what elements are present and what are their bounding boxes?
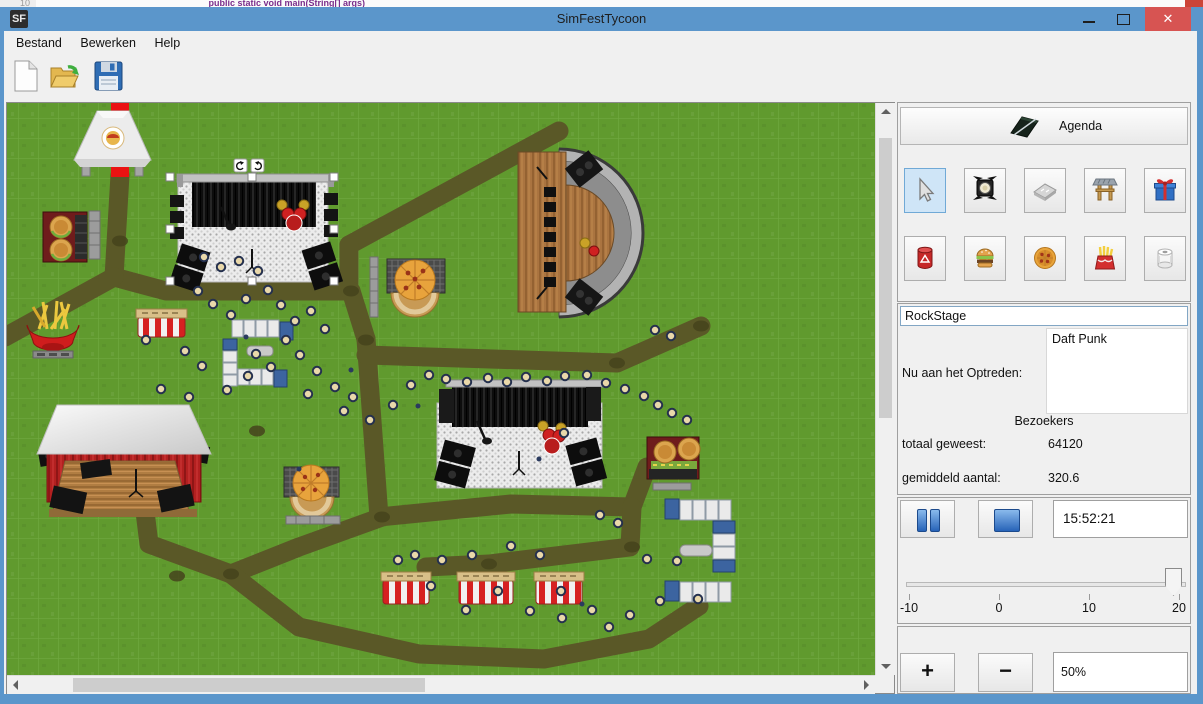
zoom-level-field[interactable]: 50% (1053, 652, 1188, 692)
open-file-button[interactable] (48, 59, 84, 97)
toilet-paper-icon (1150, 243, 1180, 273)
map-svg[interactable] (7, 103, 875, 675)
map-vertical-scrollbar[interactable] (875, 103, 895, 675)
window-border-right (1197, 7, 1203, 694)
center-stage[interactable] (434, 380, 607, 488)
background-close-sliver (1185, 0, 1203, 7)
now-performing-value: Daft Punk (1046, 328, 1188, 414)
stop-button[interactable] (978, 500, 1033, 538)
map-viewport (6, 102, 895, 694)
zoom-panel: + − 50% (897, 626, 1191, 694)
menu-bar: Bestand Bewerken Help (4, 31, 1197, 53)
agenda-book-icon (1009, 112, 1039, 142)
burger-icon (970, 243, 1000, 273)
gift-icon (1150, 175, 1180, 205)
tool-burger[interactable] (964, 236, 1006, 281)
striped-stall-2[interactable] (381, 572, 431, 604)
maximize-icon (1117, 14, 1130, 25)
tool-trash-bin[interactable] (904, 236, 946, 281)
roof-stage[interactable] (37, 405, 211, 517)
tool-fries[interactable] (1084, 236, 1126, 281)
stage-info-panel: RockStage Nu aan het Optreden: Daft Punk… (897, 303, 1191, 495)
total-visitors-value: 64120 (1048, 437, 1083, 451)
vertical-scroll-thumb[interactable] (879, 138, 892, 418)
tool-pizza[interactable] (1024, 236, 1066, 281)
map-horizontal-scrollbar[interactable] (7, 675, 875, 694)
slider-tick-20: 20 (1172, 601, 1186, 615)
scroll-left-icon[interactable] (13, 680, 18, 690)
menu-help[interactable]: Help (151, 35, 183, 51)
pizza-icon (1030, 243, 1060, 273)
pause-icon (917, 509, 927, 532)
horizontal-scroll-thumb[interactable] (73, 678, 425, 692)
minimize-icon (1083, 21, 1095, 23)
average-visitors-label: gemiddeld aantal: (902, 471, 1001, 485)
agenda-label: Agenda (1059, 119, 1102, 133)
open-file-icon (48, 59, 82, 93)
save-file-button[interactable] (92, 59, 128, 97)
scroll-down-icon[interactable] (881, 664, 891, 669)
path-tile-icon (1030, 175, 1060, 205)
title-bar: SF SimFestTycoon ✕ (0, 7, 1203, 31)
total-visitors-label: totaal geweest: (902, 437, 986, 451)
maximize-button[interactable] (1109, 7, 1137, 31)
application-window: 10 public static void main(String[] args… (0, 0, 1203, 704)
scroll-up-icon[interactable] (881, 109, 891, 114)
clock-display: 15:52:21 (1053, 500, 1188, 538)
close-button[interactable]: ✕ (1145, 7, 1191, 31)
new-file-icon (10, 59, 42, 93)
slider-tick-minus10: -10 (900, 601, 918, 615)
striped-stall-3[interactable] (457, 572, 515, 604)
spotlight-icon (970, 175, 1000, 205)
pause-button[interactable] (900, 500, 955, 538)
file-toolbar (4, 53, 1197, 102)
slider-tick-10: 10 (1082, 601, 1096, 615)
time-panel: 15:52:21 -10 0 10 20 (897, 497, 1191, 624)
slider-tick-0: 0 (996, 601, 1003, 615)
tool-select-cursor[interactable] (904, 168, 946, 213)
speed-slider-thumb[interactable] (1165, 568, 1182, 596)
visitors-header: Bezoekers (898, 414, 1190, 428)
fries-icon (1090, 243, 1120, 273)
striped-stall-1[interactable] (136, 309, 187, 337)
background-line-number: 10 (0, 0, 36, 7)
window-border-left (0, 7, 4, 694)
agenda-button[interactable]: Agenda (900, 107, 1188, 145)
stage-name-input[interactable]: RockStage (900, 306, 1188, 326)
tool-gift[interactable] (1144, 168, 1186, 213)
zoom-out-button[interactable]: − (978, 653, 1033, 692)
zoom-in-button[interactable]: + (900, 653, 955, 692)
tool-toilet-paper[interactable] (1144, 236, 1186, 281)
window-border-bottom (0, 694, 1203, 704)
now-performing-label: Nu aan het Optreden: (902, 366, 1022, 380)
speed-slider-track[interactable] (906, 582, 1186, 587)
cursor-icon (910, 175, 940, 205)
trash-bin-icon (910, 243, 940, 273)
background-code-strip: 10 public static void main(String[] args… (0, 0, 1203, 7)
new-file-button[interactable] (10, 59, 46, 97)
average-visitors-value: 320.6 (1048, 471, 1079, 485)
tool-entrance-gate[interactable] (1084, 168, 1126, 213)
scrollbar-corner (875, 675, 894, 693)
tool-spotlight[interactable] (964, 168, 1006, 213)
menu-bestand[interactable]: Bestand (13, 35, 65, 51)
burger-stand-1[interactable] (43, 211, 100, 262)
scroll-right-icon[interactable] (864, 680, 869, 690)
minimize-button[interactable] (1075, 7, 1103, 31)
entrance-gate-icon (1090, 175, 1120, 205)
tool-path-tile[interactable] (1024, 168, 1066, 213)
window-title: SimFestTycoon (0, 7, 1203, 31)
background-code-text: public static void main(String[] args) (209, 0, 366, 7)
save-file-icon (92, 59, 124, 93)
stop-icon (994, 509, 1020, 532)
menu-bewerken[interactable]: Bewerken (77, 35, 139, 51)
tools-panel: Agenda (897, 102, 1191, 302)
